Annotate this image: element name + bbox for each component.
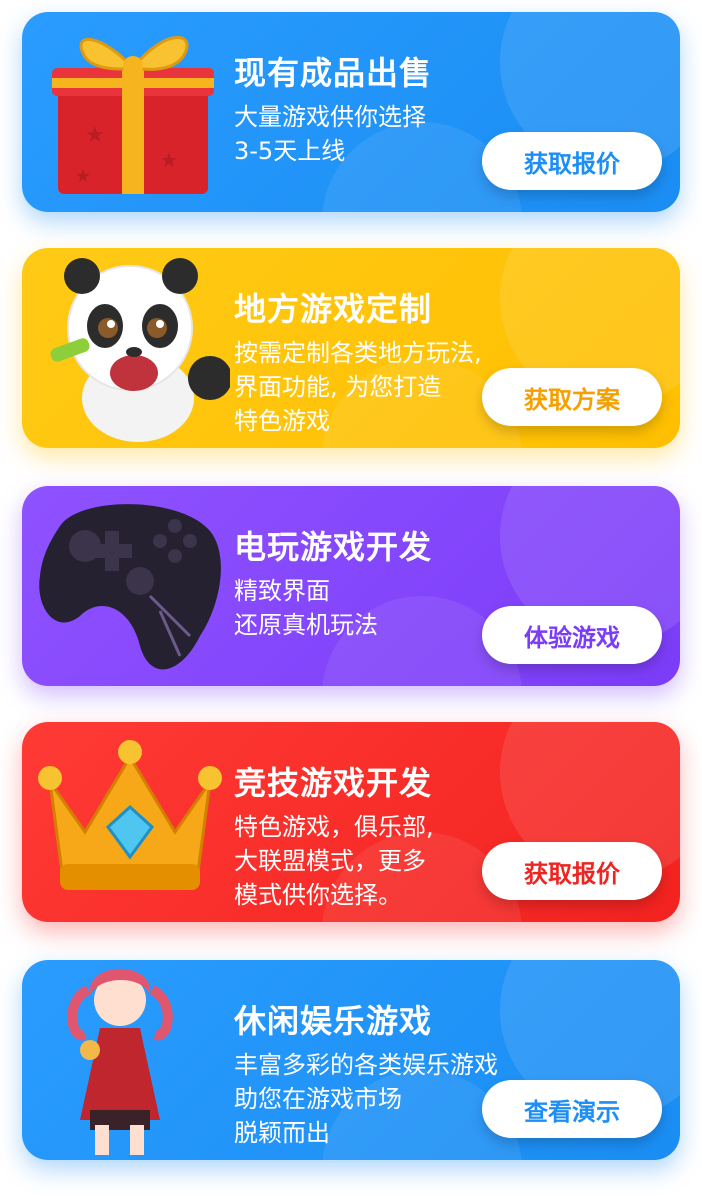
- try-game-button[interactable]: 体验游戏: [482, 606, 662, 664]
- get-quote-button[interactable]: 获取报价: [482, 842, 662, 900]
- card-title: 休闲娱乐游戏: [234, 1002, 433, 1040]
- card-description: 精致界面 还原真机玩法: [234, 577, 378, 639]
- panda-mascot-icon: [30, 248, 232, 448]
- card-description: 特色游戏，俱乐部, 大联盟模式，更多 模式供你选择。: [234, 813, 434, 909]
- card-arcade-game-dev: 电玩游戏开发 精致界面 还原真机玩法 体验游戏: [22, 486, 680, 686]
- card-title: 现有成品出售: [234, 54, 433, 92]
- card-title: 地方游戏定制: [234, 290, 433, 328]
- card-competitive-game-dev: 竞技游戏开发 特色游戏，俱乐部, 大联盟模式，更多 模式供你选择。 获取报价: [22, 722, 680, 922]
- card-description: 按需定制各类地方玩法, 界面功能, 为您打造 特色游戏: [234, 339, 482, 435]
- get-plan-button[interactable]: 获取方案: [482, 368, 662, 426]
- svg-text:★: ★: [160, 148, 178, 172]
- card-title: 竞技游戏开发: [234, 764, 433, 802]
- card-title: 电玩游戏开发: [234, 528, 433, 566]
- svg-text:★: ★: [75, 166, 91, 187]
- view-demo-button[interactable]: 查看演示: [482, 1080, 662, 1138]
- card-description: 丰富多彩的各类娱乐游戏 助您在游戏市场 脱颖而出: [234, 1051, 498, 1147]
- crown-icon: [30, 722, 230, 922]
- get-quote-button[interactable]: 获取报价: [482, 132, 662, 190]
- card-casual-entertainment-game: 休闲娱乐游戏 丰富多彩的各类娱乐游戏 助您在游戏市场 脱颖而出 查看演示: [22, 960, 680, 1160]
- card-existing-products: ★ ★ ★ 现有成品出售 大量游戏供你选择 3-5天上线 获取报价: [22, 12, 680, 212]
- card-description: 大量游戏供你选择 3-5天上线: [234, 103, 426, 165]
- anime-girl-character: [30, 960, 230, 1160]
- game-controller-icon: [30, 486, 230, 686]
- card-local-game-custom: 地方游戏定制 按需定制各类地方玩法, 界面功能, 为您打造 特色游戏 获取方案: [22, 248, 680, 448]
- svg-text:★: ★: [85, 123, 105, 148]
- gift-box-icon: ★ ★ ★: [30, 12, 230, 212]
